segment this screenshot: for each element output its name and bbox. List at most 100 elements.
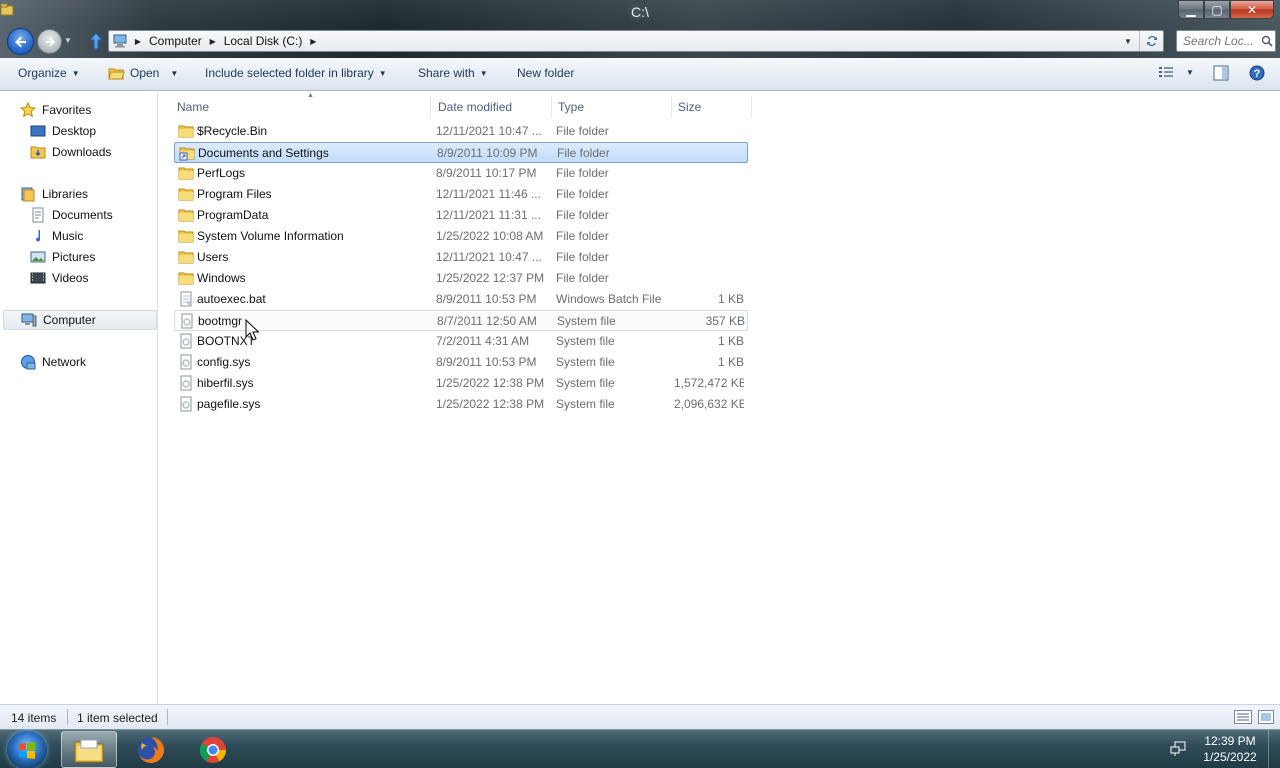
taskbar: 12:39 PM 1/25/2022 <box>0 729 1280 768</box>
new-folder-button[interactable]: New folder <box>517 66 574 80</box>
minimize-button[interactable]: ▁ <box>1178 0 1204 19</box>
include-in-library-menu[interactable]: Include selected folder in library ▼ <box>205 66 387 80</box>
share-with-menu[interactable]: Share with ▼ <box>418 66 488 80</box>
file-name: Program Files <box>197 187 272 201</box>
chevron-down-icon[interactable]: ▼ <box>1186 68 1194 77</box>
desktop-icon <box>30 125 46 137</box>
search-box[interactable] <box>1176 30 1276 52</box>
search-icon[interactable] <box>1259 33 1275 49</box>
recent-pages-dropdown[interactable]: ▼ <box>64 36 72 45</box>
chevron-right-icon[interactable]: ▶ <box>131 37 145 46</box>
column-label: Name <box>177 100 210 114</box>
nav-pictures[interactable]: Pictures <box>30 247 95 267</box>
nav-computer[interactable]: Computer <box>3 310 157 330</box>
organize-menu[interactable]: Organize ▼ <box>18 66 80 80</box>
start-button[interactable] <box>7 731 47 768</box>
taskbar-explorer-button[interactable] <box>61 731 117 768</box>
taskbar-firefox-button[interactable] <box>123 731 179 768</box>
back-button[interactable] <box>7 28 34 55</box>
window-title: C:\ <box>631 4 649 20</box>
up-arrow-icon[interactable] <box>88 31 104 51</box>
new-folder-label: New folder <box>517 66 575 80</box>
include-label: Include selected folder in library <box>205 66 374 80</box>
column-label: Size <box>678 100 702 114</box>
file-row[interactable]: bootmgr 8/7/2011 12:50 AM System file 357 K… <box>174 310 748 331</box>
file-name: pagefile.sys <box>197 397 261 411</box>
file-name: Users <box>197 250 229 264</box>
file-row[interactable]: $Recycle.Bin 12/11/2021 10:47 ... File fol… <box>174 121 748 142</box>
file-date-modified: 12/11/2021 11:31 ... <box>436 208 541 222</box>
organize-label: Organize <box>18 66 67 80</box>
file-type: File folder <box>556 250 609 264</box>
close-button[interactable]: ✕ <box>1230 0 1274 19</box>
file-row[interactable]: ProgramData 12/11/2021 11:31 ... File fold… <box>174 205 748 226</box>
view-options-button[interactable]: ▼ <box>1158 65 1194 79</box>
nav-desktop[interactable]: Desktop <box>30 121 96 141</box>
folder-icon <box>178 186 194 202</box>
file-row[interactable]: Program Files 12/11/2021 11:46 ... File fo… <box>174 184 748 205</box>
taskbar-chrome-button[interactable] <box>185 731 241 768</box>
file-type: File folder <box>556 229 609 243</box>
nav-network[interactable]: Network <box>20 352 86 372</box>
column-header-name[interactable]: Name ▲ <box>171 92 431 118</box>
file-type: System file <box>557 314 616 328</box>
network-tray-icon[interactable] <box>1170 741 1188 757</box>
file-row[interactable]: System Volume Information 1/25/2022 10:08… <box>174 226 748 247</box>
nav-videos[interactable]: Videos <box>30 268 88 288</box>
file-row[interactable]: BOOTNXT 7/2/2011 4:31 AM System file 1 KB <box>174 331 748 352</box>
refresh-button[interactable] <box>1139 31 1163 51</box>
details-view-toggle-icon[interactable] <box>1234 710 1252 724</box>
nav-documents[interactable]: Documents <box>30 205 113 225</box>
system-file-icon <box>178 375 194 391</box>
column-header-date[interactable]: Date modified <box>432 96 552 118</box>
file-name: PerfLogs <box>197 166 246 180</box>
column-header-size[interactable]: Size <box>672 96 752 118</box>
file-size: 357 KB <box>705 314 745 328</box>
file-row[interactable]: autoexec.bat 8/9/2011 10:53 PM Windows Bat… <box>174 289 748 310</box>
breadcrumb-computer[interactable]: Computer <box>145 34 206 48</box>
column-header-type[interactable]: Type <box>552 96 672 118</box>
folder-icon <box>178 228 194 244</box>
file-row[interactable]: hiberfil.sys 1/25/2022 12:38 PM System fil… <box>174 373 748 394</box>
file-row[interactable]: Windows 1/25/2022 12:37 PM File folder <box>174 268 748 289</box>
breadcrumb-local-disk[interactable]: Local Disk (C:) <box>220 34 307 48</box>
nav-label: Pictures <box>52 250 96 264</box>
preview-pane-icon <box>1213 65 1229 81</box>
file-name: BOOTNXT <box>197 334 256 348</box>
system-clock[interactable]: 12:39 PM 1/25/2022 <box>1196 733 1264 765</box>
file-row[interactable]: pagefile.sys 1/25/2022 12:38 PM System fil… <box>174 394 748 415</box>
file-date-modified: 12/11/2021 10:47 ... <box>436 124 542 138</box>
nav-music[interactable]: Music <box>30 226 83 246</box>
search-input[interactable] <box>1183 32 1259 50</box>
folder-icon <box>178 249 194 265</box>
address-dropdown-icon[interactable]: ▼ <box>1119 31 1137 51</box>
show-desktop-button[interactable] <box>1268 730 1280 768</box>
file-name: ProgramData <box>197 208 269 222</box>
chevron-down-icon: ▼ <box>71 68 80 78</box>
file-type: Windows Batch File <box>556 292 662 306</box>
file-row[interactable]: Documents and Settings 8/9/2011 10:09 PM F… <box>174 142 748 163</box>
downloads-folder-icon <box>30 146 46 159</box>
nav-downloads[interactable]: Downloads <box>30 142 111 162</box>
chevron-right-icon[interactable]: ▶ <box>306 37 320 46</box>
help-button[interactable]: ? <box>1249 65 1265 81</box>
address-bar[interactable]: ▶ Computer ▶ Local Disk (C:) ▶ ▼ <box>108 30 1164 52</box>
large-icons-view-toggle-icon[interactable] <box>1258 710 1274 724</box>
file-name: hiberfil.sys <box>197 376 254 390</box>
preview-pane-button[interactable] <box>1213 65 1229 81</box>
open-button[interactable]: Open ▼ <box>108 66 178 80</box>
nav-favorites[interactable]: Favorites <box>20 100 91 120</box>
help-icon: ? <box>1249 65 1265 81</box>
file-row[interactable]: Users 12/11/2021 10:47 ... File folder <box>174 247 748 268</box>
refresh-icon <box>1146 35 1157 47</box>
maximize-icon: ▢ <box>1211 2 1223 17</box>
nav-libraries[interactable]: Libraries <box>20 184 88 204</box>
folder-icon <box>178 270 194 286</box>
file-row[interactable]: PerfLogs 8/9/2011 10:17 PM File folder <box>174 163 748 184</box>
file-type: File folder <box>557 146 610 160</box>
chevron-right-icon[interactable]: ▶ <box>206 37 220 46</box>
file-row[interactable]: config.sys 8/9/2011 10:53 PM System file 1 … <box>174 352 748 373</box>
maximize-button[interactable]: ▢ <box>1204 0 1230 19</box>
forward-button[interactable] <box>37 29 62 54</box>
folder-icon <box>178 123 194 139</box>
